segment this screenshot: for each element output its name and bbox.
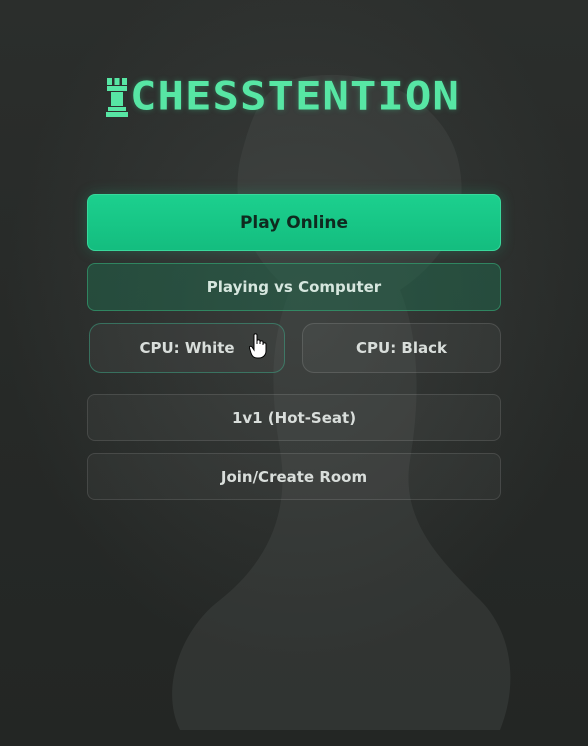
hand-pointer-icon [249,333,267,359]
background-chess-piece [172,74,511,730]
app-title: CHESSTENTION [130,73,460,120]
cpu-black-button[interactable]: CPU: Black [302,323,501,373]
mode-vs-computer-button[interactable]: Playing vs Computer [87,263,501,311]
rook-icon [106,78,128,117]
play-online-button[interactable]: Play Online [87,194,501,251]
join-create-room-button[interactable]: Join/Create Room [87,453,501,500]
main-menu-screen: CHESSTENTION Play Online Playing vs Comp… [0,0,588,746]
hot-seat-button[interactable]: 1v1 (Hot-Seat) [87,394,501,441]
app-logo: CHESSTENTION [106,74,486,120]
